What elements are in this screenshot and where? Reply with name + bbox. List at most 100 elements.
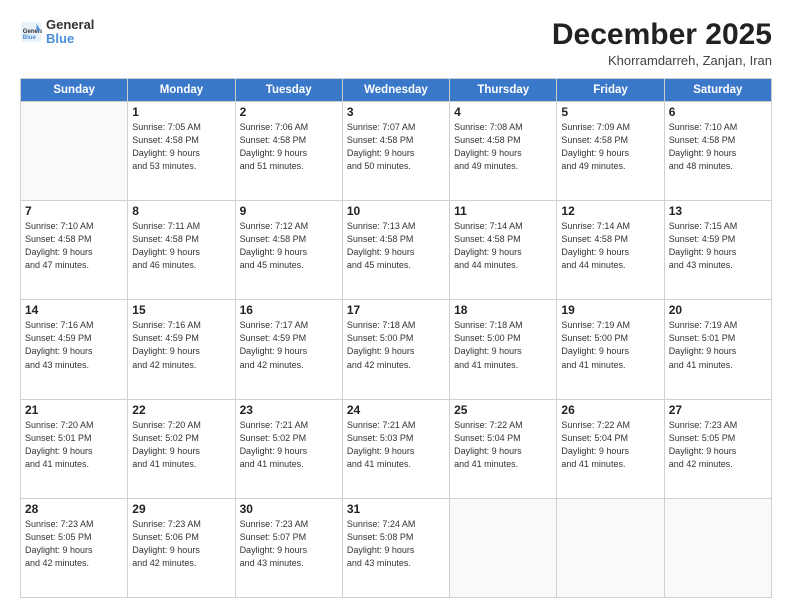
calendar-week-row: 7 Sunrise: 7:10 AM Sunset: 4:58 PM Daylig… <box>21 201 772 300</box>
day-info: Sunrise: 7:16 AM Sunset: 4:59 PM Dayligh… <box>25 319 123 371</box>
calendar-cell: 23 Sunrise: 7:21 AM Sunset: 5:02 PM Dayli… <box>235 399 342 498</box>
page: General Blue General Blue December 2025 … <box>0 0 792 612</box>
logo-icon: General Blue <box>20 21 42 43</box>
day-info: Sunrise: 7:06 AM Sunset: 4:58 PM Dayligh… <box>240 121 338 173</box>
day-header-tuesday: Tuesday <box>235 79 342 102</box>
day-info: Sunrise: 7:17 AM Sunset: 4:59 PM Dayligh… <box>240 319 338 371</box>
day-number: 9 <box>240 204 338 218</box>
day-number: 5 <box>561 105 659 119</box>
day-info: Sunrise: 7:24 AM Sunset: 5:08 PM Dayligh… <box>347 518 445 570</box>
day-header-thursday: Thursday <box>450 79 557 102</box>
day-number: 19 <box>561 303 659 317</box>
day-info: Sunrise: 7:11 AM Sunset: 4:58 PM Dayligh… <box>132 220 230 272</box>
day-number: 3 <box>347 105 445 119</box>
calendar-header-row: SundayMondayTuesdayWednesdayThursdayFrid… <box>21 79 772 102</box>
calendar-cell: 26 Sunrise: 7:22 AM Sunset: 5:04 PM Dayli… <box>557 399 664 498</box>
day-info: Sunrise: 7:18 AM Sunset: 5:00 PM Dayligh… <box>347 319 445 371</box>
calendar-cell <box>21 102 128 201</box>
calendar-cell: 17Sunrise: 7:18 AM Sunset: 5:00 PM Dayli… <box>342 300 449 399</box>
day-number: 2 <box>240 105 338 119</box>
day-number: 25 <box>454 403 552 417</box>
calendar-cell: 24Sunrise: 7:21 AM Sunset: 5:03 PM Dayli… <box>342 399 449 498</box>
calendar-cell: 18 Sunrise: 7:18 AM Sunset: 5:00 PM Dayli… <box>450 300 557 399</box>
day-info: Sunrise: 7:14 AM Sunset: 4:58 PM Dayligh… <box>561 220 659 272</box>
calendar-cell: 25 Sunrise: 7:22 AM Sunset: 5:04 PM Dayli… <box>450 399 557 498</box>
day-number: 26 <box>561 403 659 417</box>
calendar-week-row: 14 Sunrise: 7:16 AM Sunset: 4:59 PM Dayli… <box>21 300 772 399</box>
day-info: Sunrise: 7:15 AM Sunset: 4:59 PM Dayligh… <box>669 220 767 272</box>
day-info: Sunrise: 7:08 AM Sunset: 4:58 PM Dayligh… <box>454 121 552 173</box>
day-info: Sunrise: 7:12 AM Sunset: 4:58 PM Dayligh… <box>240 220 338 272</box>
svg-text:Blue: Blue <box>23 35 37 41</box>
calendar-cell <box>450 498 557 597</box>
day-number: 23 <box>240 403 338 417</box>
day-info: Sunrise: 7:19 AM Sunset: 5:01 PM Dayligh… <box>669 319 767 371</box>
day-number: 12 <box>561 204 659 218</box>
day-info: Sunrise: 7:10 AM Sunset: 4:58 PM Dayligh… <box>25 220 123 272</box>
calendar-cell: 4 Sunrise: 7:08 AM Sunset: 4:58 PM Daylig… <box>450 102 557 201</box>
day-info: Sunrise: 7:19 AM Sunset: 5:00 PM Dayligh… <box>561 319 659 371</box>
calendar-cell: 30 Sunrise: 7:23 AM Sunset: 5:07 PM Dayli… <box>235 498 342 597</box>
day-number: 4 <box>454 105 552 119</box>
day-number: 28 <box>25 502 123 516</box>
day-number: 24 <box>347 403 445 417</box>
calendar-cell: 15Sunrise: 7:16 AM Sunset: 4:59 PM Dayli… <box>128 300 235 399</box>
calendar-cell: 14 Sunrise: 7:16 AM Sunset: 4:59 PM Dayli… <box>21 300 128 399</box>
day-info: Sunrise: 7:23 AM Sunset: 5:05 PM Dayligh… <box>669 419 767 471</box>
calendar-cell: 21Sunrise: 7:20 AM Sunset: 5:01 PM Dayli… <box>21 399 128 498</box>
day-info: Sunrise: 7:22 AM Sunset: 5:04 PM Dayligh… <box>454 419 552 471</box>
calendar-cell: 20 Sunrise: 7:19 AM Sunset: 5:01 PM Dayli… <box>664 300 771 399</box>
day-number: 20 <box>669 303 767 317</box>
calendar-cell: 8 Sunrise: 7:11 AM Sunset: 4:58 PM Daylig… <box>128 201 235 300</box>
header: General Blue General Blue December 2025 … <box>20 18 772 68</box>
day-header-monday: Monday <box>128 79 235 102</box>
calendar-cell: 31 Sunrise: 7:24 AM Sunset: 5:08 PM Dayli… <box>342 498 449 597</box>
calendar-cell: 27Sunrise: 7:23 AM Sunset: 5:05 PM Dayli… <box>664 399 771 498</box>
location-subtitle: Khorramdarreh, Zanjan, Iran <box>552 53 772 68</box>
day-info: Sunrise: 7:23 AM Sunset: 5:06 PM Dayligh… <box>132 518 230 570</box>
day-number: 7 <box>25 204 123 218</box>
day-header-wednesday: Wednesday <box>342 79 449 102</box>
calendar-week-row: 21Sunrise: 7:20 AM Sunset: 5:01 PM Dayli… <box>21 399 772 498</box>
calendar-cell: 2 Sunrise: 7:06 AM Sunset: 4:58 PM Daylig… <box>235 102 342 201</box>
logo-blue: Blue <box>46 32 94 46</box>
day-info: Sunrise: 7:23 AM Sunset: 5:05 PM Dayligh… <box>25 518 123 570</box>
calendar-cell: 10Sunrise: 7:13 AM Sunset: 4:58 PM Dayli… <box>342 201 449 300</box>
day-number: 1 <box>132 105 230 119</box>
title-area: December 2025 Khorramdarreh, Zanjan, Ira… <box>552 18 772 68</box>
day-header-sunday: Sunday <box>21 79 128 102</box>
day-info: Sunrise: 7:13 AM Sunset: 4:58 PM Dayligh… <box>347 220 445 272</box>
calendar-cell: 22Sunrise: 7:20 AM Sunset: 5:02 PM Dayli… <box>128 399 235 498</box>
calendar-cell: 16 Sunrise: 7:17 AM Sunset: 4:59 PM Dayli… <box>235 300 342 399</box>
day-number: 11 <box>454 204 552 218</box>
day-info: Sunrise: 7:10 AM Sunset: 4:58 PM Dayligh… <box>669 121 767 173</box>
calendar-cell: 19 Sunrise: 7:19 AM Sunset: 5:00 PM Dayli… <box>557 300 664 399</box>
day-number: 30 <box>240 502 338 516</box>
day-number: 8 <box>132 204 230 218</box>
calendar-cell: 3Sunrise: 7:07 AM Sunset: 4:58 PM Daylig… <box>342 102 449 201</box>
day-info: Sunrise: 7:21 AM Sunset: 5:02 PM Dayligh… <box>240 419 338 471</box>
day-number: 31 <box>347 502 445 516</box>
calendar-cell: 12 Sunrise: 7:14 AM Sunset: 4:58 PM Dayli… <box>557 201 664 300</box>
logo-general: General <box>46 18 94 32</box>
day-number: 14 <box>25 303 123 317</box>
calendar-cell: 28 Sunrise: 7:23 AM Sunset: 5:05 PM Dayli… <box>21 498 128 597</box>
calendar-cell: 9 Sunrise: 7:12 AM Sunset: 4:58 PM Daylig… <box>235 201 342 300</box>
calendar-cell: 6Sunrise: 7:10 AM Sunset: 4:58 PM Daylig… <box>664 102 771 201</box>
day-number: 18 <box>454 303 552 317</box>
day-number: 21 <box>25 403 123 417</box>
day-info: Sunrise: 7:09 AM Sunset: 4:58 PM Dayligh… <box>561 121 659 173</box>
day-info: Sunrise: 7:20 AM Sunset: 5:02 PM Dayligh… <box>132 419 230 471</box>
calendar-table: SundayMondayTuesdayWednesdayThursdayFrid… <box>20 78 772 598</box>
day-info: Sunrise: 7:22 AM Sunset: 5:04 PM Dayligh… <box>561 419 659 471</box>
day-header-saturday: Saturday <box>664 79 771 102</box>
calendar-cell: 5 Sunrise: 7:09 AM Sunset: 4:58 PM Daylig… <box>557 102 664 201</box>
calendar-cell <box>557 498 664 597</box>
month-title: December 2025 <box>552 18 772 51</box>
day-info: Sunrise: 7:14 AM Sunset: 4:58 PM Dayligh… <box>454 220 552 272</box>
day-number: 13 <box>669 204 767 218</box>
day-info: Sunrise: 7:23 AM Sunset: 5:07 PM Dayligh… <box>240 518 338 570</box>
day-number: 16 <box>240 303 338 317</box>
calendar-week-row: 28 Sunrise: 7:23 AM Sunset: 5:05 PM Dayli… <box>21 498 772 597</box>
day-info: Sunrise: 7:18 AM Sunset: 5:00 PM Dayligh… <box>454 319 552 371</box>
